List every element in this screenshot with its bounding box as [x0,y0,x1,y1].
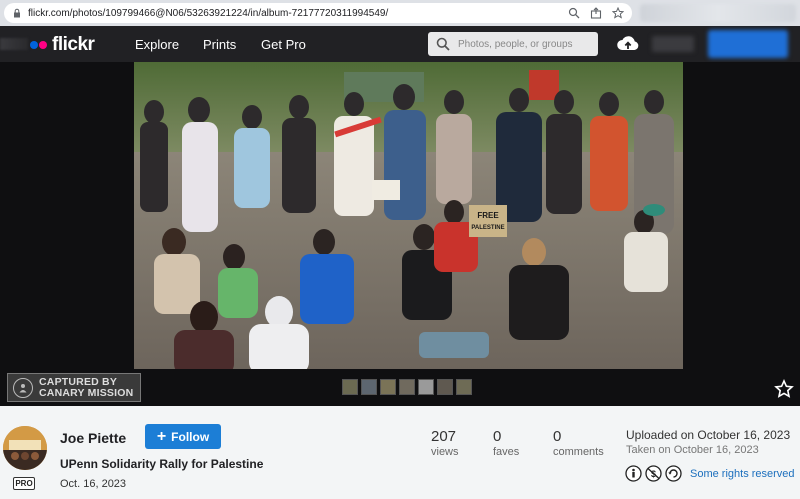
license-icons: $ [625,465,682,482]
faves-label: faves [493,446,520,458]
album-thumbnail[interactable] [399,379,415,395]
pro-badge: PRO [13,477,35,490]
zoom-icon[interactable] [568,7,580,19]
photo-info-panel: PRO Joe Piette + Follow UPenn Solidarity… [0,406,800,499]
faves-count: 0 [493,428,502,445]
main-photo[interactable]: FREE PALESTINE [134,62,683,369]
comments-count: 0 [553,428,562,445]
license-link[interactable]: Some rights reserved [690,468,795,480]
nav-get-pro[interactable]: Get Pro [261,37,306,52]
photo-date: Oct. 16, 2023 [60,478,127,490]
browser-toolbar: flickr.com/photos/109799466@N06/53263921… [0,0,800,26]
photo-viewer: FREE PALESTINE CAPTURED BY CANARY MISSIO… [0,62,800,406]
favorite-star-icon[interactable] [774,379,794,399]
watermark-icon [13,377,33,398]
views-label: views [431,446,459,458]
extensions-area [640,4,796,22]
nav-explore[interactable]: Explore [135,37,179,52]
search-input[interactable] [458,38,598,50]
taken-date: Taken on October 16, 2023 [626,444,759,456]
site-header: flickr Explore Prints Get Pro [0,26,800,62]
comments-stat: 0 comments [553,428,604,458]
upload-cloud-icon[interactable] [616,34,640,54]
cc-noncommercial-icon[interactable]: $ [645,465,662,482]
cc-sharealike-icon[interactable] [665,465,682,482]
owner-name[interactable]: Joe Piette [60,430,126,446]
album-thumbnail[interactable] [418,379,434,395]
album-thumbnail-strip [342,379,472,395]
album-thumbnail[interactable] [456,379,472,395]
logo-text: flickr [52,34,95,55]
album-thumbnail[interactable] [342,379,358,395]
album-thumbnail[interactable] [380,379,396,395]
plus-icon: + [156,427,167,445]
follow-button[interactable]: + Follow [145,424,221,449]
lock-icon [14,8,20,18]
album-thumbnail[interactable] [437,379,453,395]
search-icon[interactable] [436,37,450,51]
watermark-line1: CAPTURED BY [39,375,118,388]
login-link[interactable] [652,36,694,52]
logo-dot-blue [30,41,38,49]
protest-sign [469,205,507,237]
share-icon[interactable] [590,7,602,19]
signup-button[interactable] [708,30,788,58]
sign-text-free: FREE [477,211,499,220]
views-stat: 207 views [431,428,459,458]
sign-text-palestine: PALESTINE [471,225,504,231]
logo-dot-pink [39,41,47,49]
watermark-line2: CANARY MISSION [39,386,134,399]
search-box[interactable] [428,32,598,56]
bookmark-star-icon[interactable] [612,7,624,19]
back-to-album[interactable] [0,38,28,50]
follow-label: Follow [171,429,210,444]
comments-label: comments [553,446,604,458]
views-count: 207 [431,428,457,445]
nav-prints[interactable]: Prints [203,37,236,52]
photo-title: UPenn Solidarity Rally for Palestine [60,457,264,471]
faves-stat: 0 faves [493,428,519,458]
address-bar[interactable]: flickr.com/photos/109799466@N06/53263921… [4,3,632,23]
album-thumbnail[interactable] [361,379,377,395]
owner-avatar[interactable] [3,426,47,470]
url-text[interactable]: flickr.com/photos/109799466@N06/53263921… [28,8,568,19]
flickr-logo[interactable]: flickr [30,34,95,56]
cc-attribution-icon[interactable] [625,465,642,482]
rally-photo-illustration: FREE PALESTINE [134,62,683,369]
watermark-badge: CAPTURED BY CANARY MISSION [7,373,141,402]
uploaded-date: Uploaded on October 16, 2023 [626,428,791,442]
